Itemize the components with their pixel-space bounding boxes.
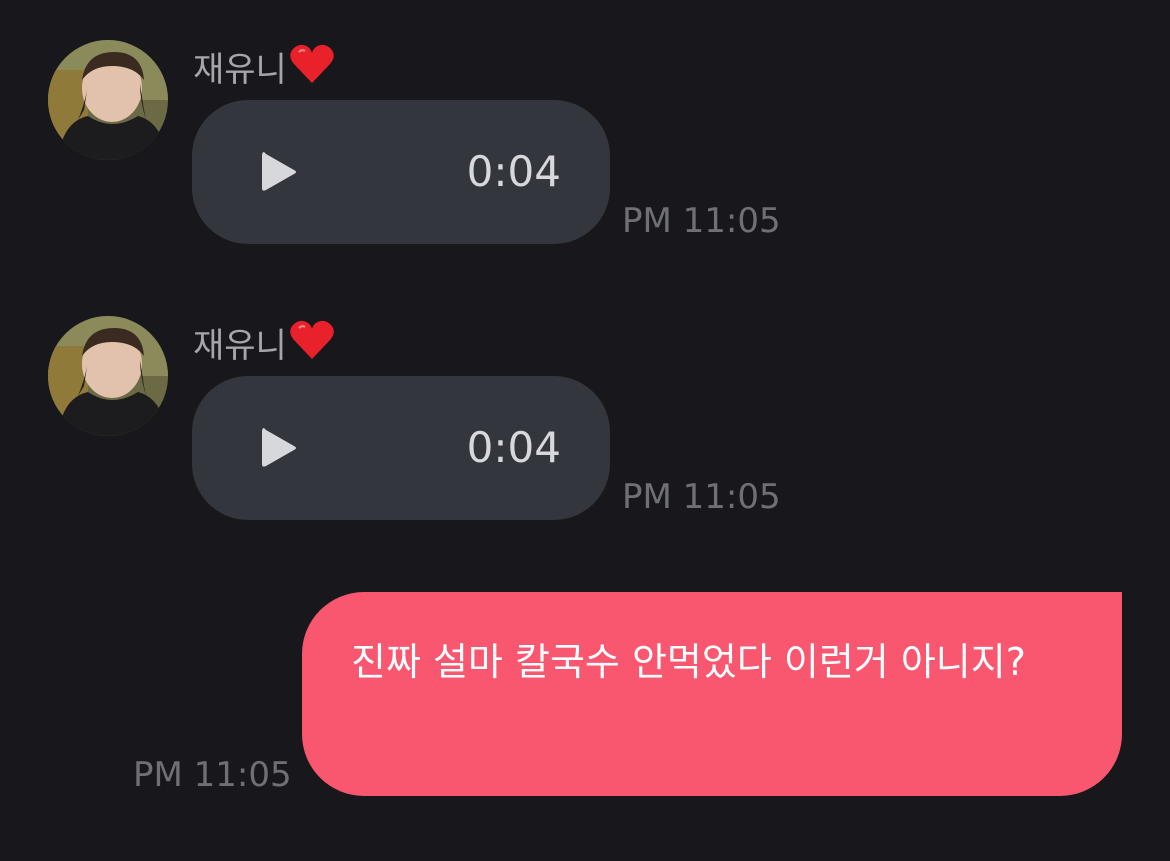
message-timestamp: PM 11:05 xyxy=(133,755,292,795)
heart-icon xyxy=(289,319,335,372)
voice-duration: 0:04 xyxy=(466,147,561,196)
sender-name: 재유니 xyxy=(193,43,335,96)
message-text: 진짜 설마 칼국수 안먹었다 이런거 아니지? xyxy=(351,640,1026,684)
sender-name-text: 재유니 xyxy=(193,326,287,366)
heart-icon xyxy=(289,43,335,96)
text-message-bubble[interactable]: 진짜 설마 칼국수 안먹었다 이런거 아니지? xyxy=(302,592,1122,796)
play-icon[interactable] xyxy=(260,426,298,474)
avatar[interactable] xyxy=(48,316,168,436)
voice-duration: 0:04 xyxy=(466,423,561,472)
sender-name-text: 재유니 xyxy=(193,50,287,90)
play-icon[interactable] xyxy=(260,150,298,198)
sender-name: 재유니 xyxy=(193,319,335,372)
message-timestamp: PM 11:05 xyxy=(622,477,781,517)
message-timestamp: PM 11:05 xyxy=(622,201,781,241)
voice-message-bubble[interactable]: 0:04 xyxy=(192,376,610,520)
chat-view: 재유니 0:04 PM 11:05 재유니 0:04 PM 11:05 PM 1… xyxy=(0,0,1170,861)
voice-message-bubble[interactable]: 0:04 xyxy=(192,100,610,244)
avatar[interactable] xyxy=(48,40,168,160)
